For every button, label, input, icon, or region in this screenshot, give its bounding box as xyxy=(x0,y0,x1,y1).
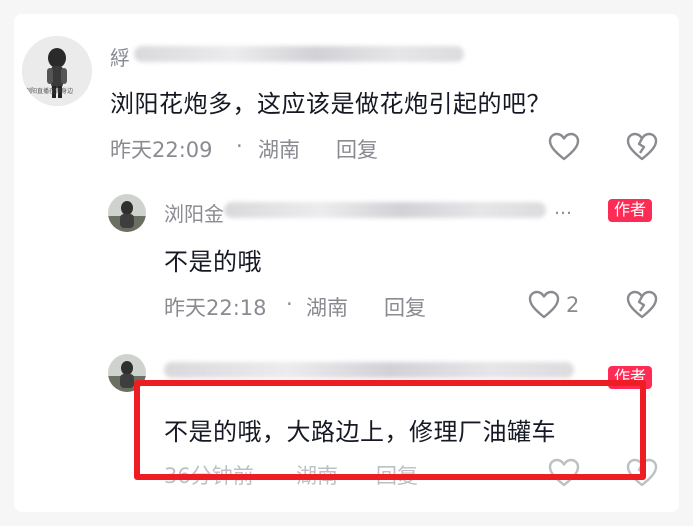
heart-icon xyxy=(548,458,580,487)
avatar[interactable] xyxy=(108,194,146,232)
reply-button[interactable]: 回复 xyxy=(376,460,418,490)
author-badge: 作者 xyxy=(608,199,653,222)
comment-text: 不是的哦 xyxy=(164,248,262,276)
dislike-button[interactable] xyxy=(626,132,658,162)
meta-separator: · xyxy=(236,134,243,158)
comment-time: 36分钟前 xyxy=(164,464,254,488)
like-button[interactable]: 2 xyxy=(528,290,579,320)
blurred-username xyxy=(224,202,546,218)
avatar-image xyxy=(22,36,92,106)
avatar-caption: 浏阳直播在你身边 xyxy=(25,88,74,95)
comment-list: 浏阳直播在你身边 綒 浏阳花炮多，这应该是做花炮引起的吧？ 昨天22:09 · … xyxy=(14,14,679,512)
username-ellipsis: … xyxy=(554,198,572,219)
comment-location: 湖南 xyxy=(296,464,338,488)
like-button[interactable] xyxy=(548,132,580,162)
blurred-username xyxy=(134,46,464,62)
reply-button[interactable]: 回复 xyxy=(336,134,378,164)
comment-location: 湖南 xyxy=(306,296,348,320)
comment-text: 浏阳花炮多，这应该是做花炮引起的吧？ xyxy=(110,90,551,118)
avatar-image xyxy=(108,354,146,392)
meta-separator: · xyxy=(286,292,293,316)
dislike-button[interactable] xyxy=(626,458,658,488)
username[interactable]: 綒 xyxy=(110,42,130,71)
reply-button[interactable]: 回复 xyxy=(384,292,426,322)
broken-heart-icon xyxy=(626,458,658,487)
heart-icon xyxy=(528,290,560,319)
heart-icon xyxy=(548,132,580,161)
like-count: 2 xyxy=(566,293,580,317)
broken-heart-icon xyxy=(626,132,658,161)
comment-time: 昨天22:18 xyxy=(164,296,267,320)
like-button[interactable] xyxy=(548,458,580,488)
author-badge: 作者 xyxy=(608,366,653,389)
username[interactable]: 浏阳金 xyxy=(164,198,224,227)
comment-time: 昨天22:09 xyxy=(110,138,213,162)
avatar[interactable]: 浏阳直播在你身边 xyxy=(22,36,92,106)
blurred-username xyxy=(164,362,574,378)
broken-heart-icon xyxy=(626,290,658,319)
dislike-button[interactable] xyxy=(626,290,658,320)
avatar-image xyxy=(108,194,146,232)
avatar[interactable] xyxy=(108,354,146,392)
comment-location: 湖南 xyxy=(258,138,300,162)
comment-text: 不是的哦，大路边上，修理厂油罐车 xyxy=(164,418,556,446)
